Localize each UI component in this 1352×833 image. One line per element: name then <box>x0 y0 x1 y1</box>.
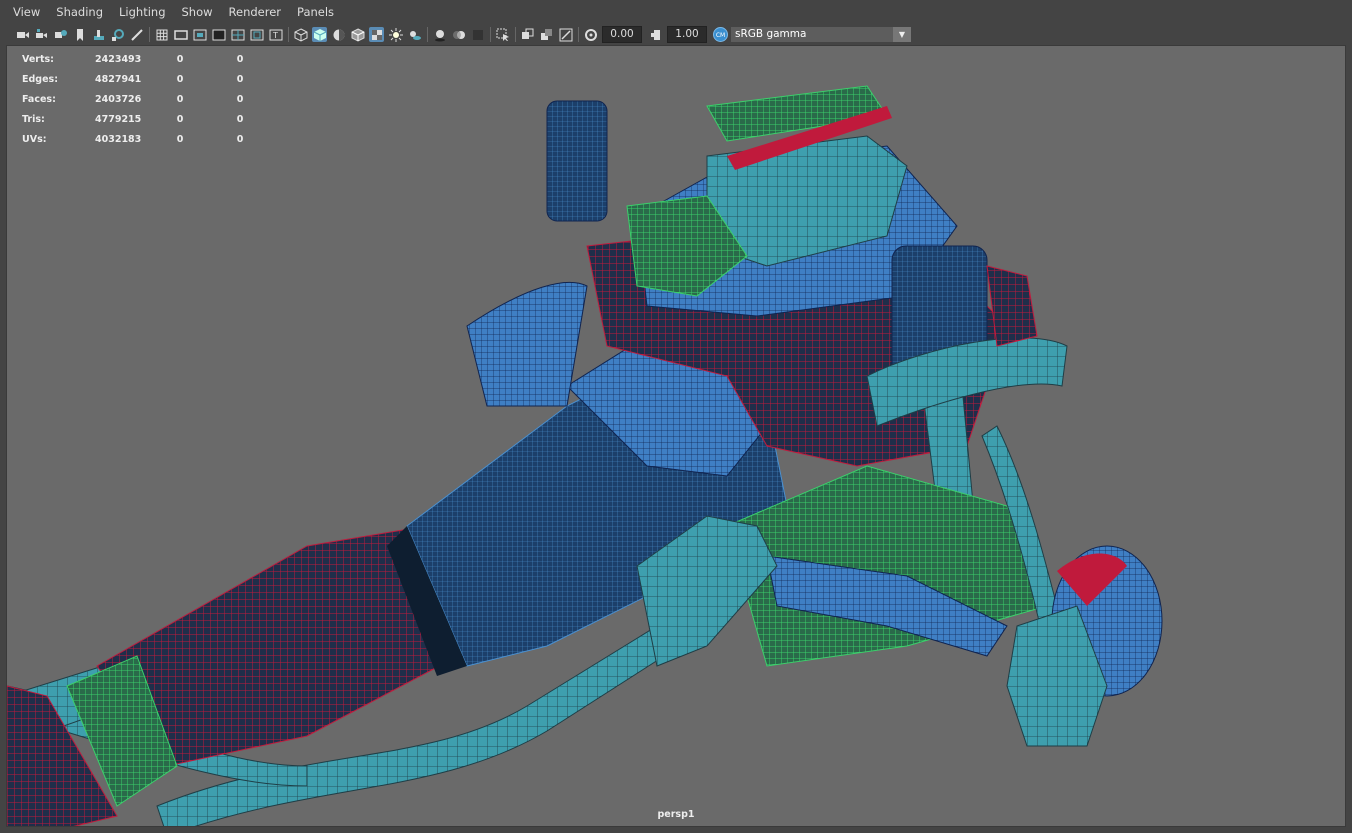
bookmarks-icon[interactable] <box>53 27 68 42</box>
hud-label: Verts: <box>22 53 54 65</box>
hud-value: 4827941 <box>95 73 142 85</box>
xray-joints-icon[interactable] <box>558 27 573 42</box>
menu-bar: View Shading Lighting Show Renderer Pane… <box>0 0 1352 24</box>
hud-component-count: 0 <box>236 73 244 85</box>
hud-value: 2403726 <box>95 93 142 105</box>
hud-component-count: 0 <box>236 93 244 105</box>
xray-active-components-icon[interactable] <box>539 27 554 42</box>
grease-pencil-icon[interactable] <box>129 27 144 42</box>
gamma-field[interactable]: 1.00 <box>667 26 707 43</box>
chevron-down-icon[interactable]: ▼ <box>893 27 911 42</box>
hud-selected-count: 0 <box>176 53 184 65</box>
default-material-icon[interactable] <box>331 27 346 42</box>
exposure-icon[interactable] <box>583 27 598 42</box>
wireframe-icon[interactable] <box>293 27 308 42</box>
toolbar-separator <box>427 27 428 42</box>
hud-selected-count: 0 <box>176 93 184 105</box>
hud-label: UVs: <box>22 133 47 145</box>
motion-blur-icon[interactable] <box>451 27 466 42</box>
two-d-pan-zoom-icon[interactable] <box>110 27 125 42</box>
menu-panels[interactable]: Panels <box>289 0 342 24</box>
hud-value: 4779215 <box>95 113 142 125</box>
menu-show[interactable]: Show <box>174 0 221 24</box>
smooth-shade-icon[interactable] <box>312 27 327 42</box>
film-gate-icon[interactable] <box>173 27 188 42</box>
xray-icon[interactable] <box>520 27 535 42</box>
field-chart-icon[interactable] <box>230 27 245 42</box>
toolbar-separator <box>149 27 150 42</box>
toolbar-separator <box>490 27 491 42</box>
resolution-gate-icon[interactable] <box>192 27 207 42</box>
exposure-field[interactable]: 0.00 <box>602 26 642 43</box>
hud-label: Tris: <box>22 113 45 125</box>
toolbar-separator <box>288 27 289 42</box>
hud-row-edges: Edges: 4827941 0 0 <box>22 69 270 89</box>
hud-row-tris: Tris: 4779215 0 0 <box>22 109 270 129</box>
safe-action-icon[interactable] <box>249 27 264 42</box>
hud-row-verts: Verts: 2423493 0 0 <box>22 49 270 69</box>
engine-model-wireframe <box>7 85 1163 826</box>
hud-row-uvs: UVs: 4032183 0 0 <box>22 129 270 149</box>
color-management-icon[interactable]: CM <box>713 27 728 42</box>
grid-icon[interactable] <box>154 27 169 42</box>
select-camera-icon[interactable] <box>15 27 30 42</box>
svg-text:T: T <box>272 31 278 40</box>
shadows-icon[interactable] <box>407 27 422 42</box>
image-plane-icon[interactable] <box>91 27 106 42</box>
viewport-3d[interactable]: Verts: 2423493 0 0 Edges: 4827941 0 0 Fa… <box>6 45 1346 827</box>
textured-icon[interactable] <box>369 27 384 42</box>
hud-selected-count: 0 <box>176 73 184 85</box>
screen-space-ao-icon[interactable] <box>432 27 447 42</box>
menu-renderer[interactable]: Renderer <box>221 0 290 24</box>
hud-label: Faces: <box>22 93 56 105</box>
hud-label: Edges: <box>22 73 58 85</box>
wireframe-on-shaded-icon[interactable] <box>350 27 365 42</box>
toolbar-separator <box>578 27 579 42</box>
gate-mask-icon[interactable] <box>211 27 226 42</box>
hud-component-count: 0 <box>236 133 244 145</box>
toolbar-separator <box>515 27 516 42</box>
gamma-icon[interactable] <box>648 27 663 42</box>
menu-shading[interactable]: Shading <box>48 0 111 24</box>
isolate-select-icon[interactable] <box>495 27 510 42</box>
menu-view[interactable]: View <box>0 0 48 24</box>
hud-row-faces: Faces: 2403726 0 0 <box>22 89 270 109</box>
bookmark-icon[interactable] <box>72 27 87 42</box>
camera-attributes-icon[interactable] <box>34 27 49 42</box>
camera-name-label: persp1 <box>657 809 695 820</box>
anti-aliasing-icon[interactable] <box>470 27 485 42</box>
hud-selected-count: 0 <box>176 133 184 145</box>
use-all-lights-icon[interactable] <box>388 27 403 42</box>
menu-lighting[interactable]: Lighting <box>111 0 173 24</box>
view-transform-dropdown[interactable]: sRGB gamma <box>731 27 893 42</box>
hud-component-count: 0 <box>236 113 244 125</box>
hud-component-count: 0 <box>236 53 244 65</box>
panel-toolbar: T 0.00 1.00 CM sRGB gamma ▼ <box>0 24 1352 45</box>
safe-title-icon[interactable]: T <box>268 27 283 42</box>
hud-value: 4032183 <box>95 133 142 145</box>
poly-count-hud: Verts: 2423493 0 0 Edges: 4827941 0 0 Fa… <box>22 49 270 149</box>
hud-selected-count: 0 <box>176 113 184 125</box>
hud-value: 2423493 <box>95 53 142 65</box>
